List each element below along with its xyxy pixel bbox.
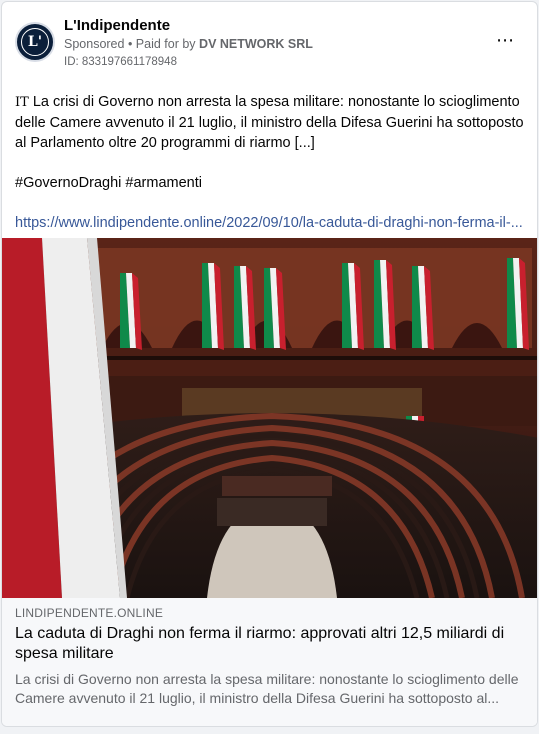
ad-id: ID: 833197661178948 — [64, 56, 177, 68]
avatar-logo: L' — [21, 28, 49, 56]
page-name-link[interactable]: L'Indipendente — [64, 17, 170, 34]
parliament-photo — [2, 238, 537, 598]
post-paragraph: IT La crisi di Governo non arresta la sp… — [15, 92, 524, 153]
language-tag: IT — [15, 95, 29, 110]
more-options-icon[interactable]: ⋯ — [496, 30, 515, 51]
ad-post-card: L' L'Indipendente Sponsored • Paid for b… — [1, 1, 538, 727]
article-url-link[interactable]: https://www.lindipendente.online/2022/09… — [15, 213, 524, 233]
sponsored-label[interactable]: Sponsored — [64, 37, 124, 51]
post-header: L' L'Indipendente Sponsored • Paid for b… — [2, 2, 537, 78]
post-body: IT La crisi di Governo non arresta la sp… — [2, 78, 537, 233]
paid-prefix: • Paid for by — [127, 37, 196, 51]
link-headline[interactable]: La caduta di Draghi non ferma il riarmo:… — [15, 624, 526, 664]
page-avatar[interactable]: L' — [15, 22, 55, 62]
paid-by-org: DV NETWORK SRL — [199, 37, 313, 51]
post-text: La crisi di Governo non arresta la spesa… — [15, 94, 524, 151]
link-preview[interactable]: LINDIPENDENTE.ONLINE La caduta di Draghi… — [2, 598, 537, 726]
link-description: La crisi di Governo non arresta la spesa… — [15, 671, 519, 706]
article-image[interactable] — [2, 238, 537, 598]
hashtags[interactable]: #GovernoDraghi #armamenti — [15, 173, 524, 193]
link-domain: LINDIPENDENTE.ONLINE — [15, 606, 164, 620]
sponsored-meta: Sponsored • Paid for by DV NETWORK SRL — [64, 37, 313, 51]
